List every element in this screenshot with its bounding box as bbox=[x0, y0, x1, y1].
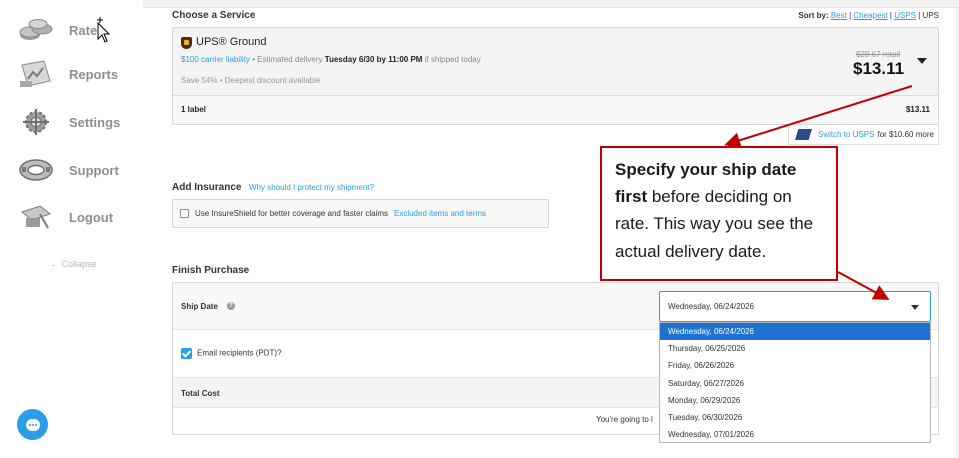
sort-by: Sort by: Best | Cheapest | USPS | UPS bbox=[798, 11, 939, 20]
sidebar-item-rates[interactable]: Rates bbox=[18, 15, 104, 45]
logout-icon bbox=[18, 202, 54, 232]
switch-usps-bar[interactable]: Switch to USPS for $10.60 more bbox=[788, 125, 939, 145]
chat-button[interactable] bbox=[17, 409, 48, 440]
sort-best-link[interactable]: Best bbox=[831, 11, 847, 20]
date-option[interactable]: Wednesday, 06/24/2026 bbox=[660, 323, 930, 341]
date-option[interactable]: Wednesday, 07/01/2026 bbox=[660, 426, 930, 443]
help-icon[interactable]: ? bbox=[227, 302, 235, 310]
service-card[interactable]: UPS® Ground $100 carrier liability • Est… bbox=[172, 27, 939, 125]
sidebar-item-label: Settings bbox=[69, 114, 121, 130]
label-total: $13.11 bbox=[905, 105, 930, 114]
service-price: $13.11 bbox=[853, 59, 905, 78]
date-option[interactable]: Monday, 06/29/2026 bbox=[660, 392, 930, 409]
sidebar-item-label: Reports bbox=[69, 66, 119, 82]
reports-icon bbox=[18, 59, 54, 89]
email-checkbox[interactable] bbox=[181, 348, 192, 359]
gear-icon bbox=[18, 107, 54, 137]
switch-usps-suffix: for $10.60 more bbox=[877, 130, 934, 139]
cursor-icon bbox=[97, 17, 110, 43]
usps-logo-icon bbox=[795, 129, 812, 140]
excluded-items-link[interactable]: Excluded items and terms bbox=[394, 209, 486, 218]
sidebar: Rates Reports Settings Support Logout ← … bbox=[0, 0, 143, 458]
annotation-callout: Specify your ship date first before deci… bbox=[600, 146, 838, 281]
delivery-suffix: if shipped today bbox=[424, 55, 481, 64]
collapse-link[interactable]: ← Collapse bbox=[50, 259, 97, 269]
sort-cheapest-link[interactable]: Cheapest bbox=[853, 11, 887, 20]
ups-logo-icon bbox=[181, 37, 192, 49]
email-label: Email recipients (PDT)? bbox=[197, 348, 282, 358]
sidebar-item-label: Support bbox=[69, 162, 119, 178]
ship-date-label: Ship Date bbox=[181, 302, 218, 311]
service-summary: UPS® Ground $100 carrier liability • Est… bbox=[173, 28, 938, 96]
chevron-down-icon[interactable] bbox=[917, 58, 927, 64]
date-option[interactable]: Thursday, 06/25/2026 bbox=[660, 340, 930, 357]
sort-separator: | bbox=[889, 11, 892, 20]
ship-date-value: Wednesday, 06/24/2026 bbox=[668, 302, 754, 311]
service-name: UPS® Ground bbox=[196, 36, 267, 48]
estimated-delivery-prefix: • Estimated delivery bbox=[252, 55, 323, 64]
insurance-title: Add Insurance bbox=[172, 182, 242, 193]
ship-date-dropdown: Wednesday, 06/24/2026 Thursday, 06/25/20… bbox=[659, 322, 931, 443]
insurance-option: Use InsureShield for better coverage and… bbox=[172, 199, 549, 228]
delivery-date: Tuesday 6/30 by 11:00 PM bbox=[324, 55, 423, 64]
ship-date-select[interactable]: Wednesday, 06/24/2026 bbox=[659, 291, 931, 322]
sort-separator: | bbox=[849, 11, 852, 20]
retail-price: $28.67 retail bbox=[856, 50, 901, 59]
caret-down-icon bbox=[911, 305, 919, 310]
insurance-checkbox[interactable] bbox=[180, 209, 189, 218]
sort-separator: | bbox=[918, 11, 921, 20]
sidebar-item-support[interactable]: Support bbox=[18, 155, 119, 185]
choose-service-title: Choose a Service bbox=[172, 10, 256, 21]
date-option[interactable]: Saturday, 06/27/2026 bbox=[660, 375, 930, 392]
savings-text: Save 54% • Deepest discount available bbox=[181, 76, 321, 85]
chat-icon bbox=[25, 418, 40, 431]
sidebar-item-logout[interactable]: Logout bbox=[18, 202, 113, 232]
total-cost-label: Total Cost bbox=[181, 389, 220, 398]
liability-link[interactable]: $100 carrier liability bbox=[181, 55, 250, 64]
date-option[interactable]: Tuesday, 06/30/2026 bbox=[660, 409, 930, 426]
finish-purchase-title: Finish Purchase bbox=[172, 265, 250, 276]
label-count: 1 label bbox=[181, 105, 206, 114]
sidebar-item-settings[interactable]: Settings bbox=[18, 107, 120, 137]
date-option[interactable]: Friday, 06/26/2026 bbox=[660, 357, 930, 374]
switch-usps-link[interactable]: Switch to USPS bbox=[818, 130, 874, 139]
coins-icon bbox=[18, 15, 54, 45]
sort-usps-link[interactable]: USPS bbox=[894, 11, 916, 20]
sort-ups-active[interactable]: UPS bbox=[923, 11, 939, 20]
insurance-checkbox-label: Use InsureShield for better coverage and… bbox=[195, 209, 388, 218]
sort-by-label: Sort by: bbox=[798, 11, 829, 20]
service-details: $100 carrier liability • Estimated deliv… bbox=[181, 55, 481, 64]
email-recipients[interactable]: Email recipients (PDT)? bbox=[181, 348, 281, 359]
sidebar-item-label: Logout bbox=[69, 209, 114, 225]
sidebar-item-reports[interactable]: Reports bbox=[18, 59, 118, 89]
insurance-help-link[interactable]: Why should I protect my shipment? bbox=[249, 183, 374, 192]
purchase-summary-text: You're going to l bbox=[596, 415, 653, 424]
lifebuoy-icon bbox=[18, 155, 54, 185]
